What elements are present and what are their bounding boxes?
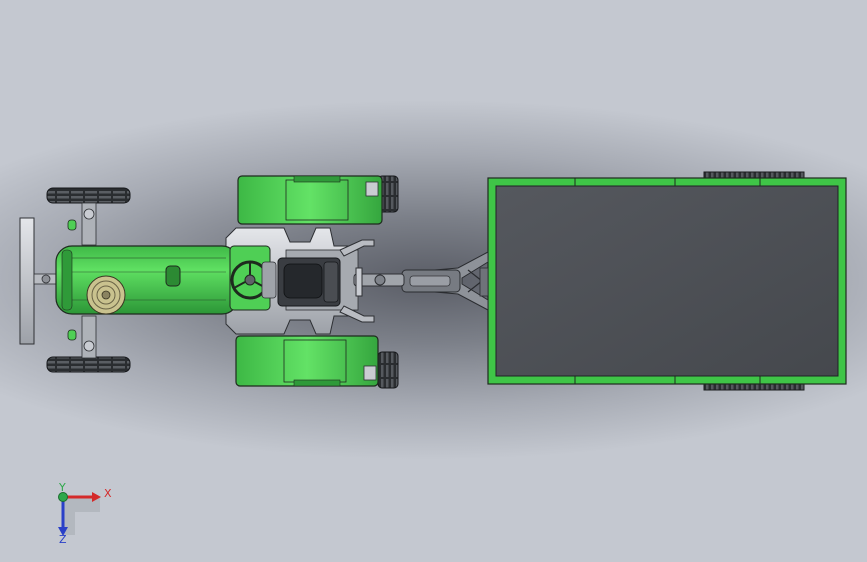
cad-viewport[interactable]: X Y Z [0,0,867,562]
rear-wheel-top[interactable] [237,175,399,225]
trailer-drawbar[interactable] [401,251,489,311]
fender-bottom[interactable] [235,335,379,387]
rear-wheel-bottom[interactable] [235,335,399,389]
air-filter-cap[interactable] [86,275,126,315]
coordinate-triad: X Y Z [58,481,112,546]
z-axis-label: Z [59,533,67,546]
trailer-bed[interactable] [495,185,839,377]
tractor[interactable] [19,175,405,389]
triad-plane [63,497,100,535]
fender-top[interactable] [237,175,383,225]
model-view[interactable]: X Y Z [0,0,867,562]
engine-hood[interactable] [55,245,239,315]
y-axis-label: Y [58,481,66,494]
front-bumper[interactable] [19,217,35,345]
front-tire-top[interactable] [46,187,131,204]
trailer[interactable] [401,171,847,391]
steering-wheel[interactable] [229,245,277,311]
front-tire-bottom[interactable] [46,356,131,373]
seat[interactable] [277,257,341,307]
x-axis-label: X [104,487,112,500]
